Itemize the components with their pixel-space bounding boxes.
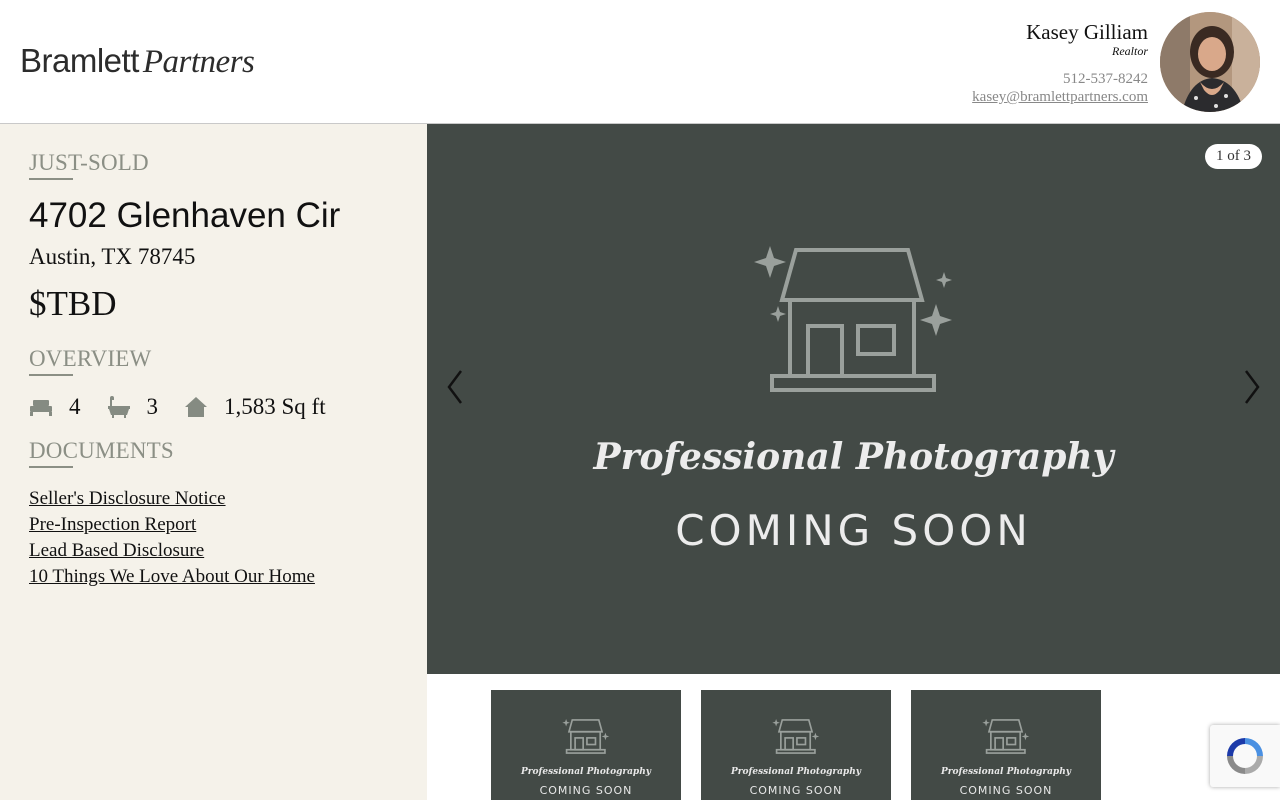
gallery-prev-button[interactable] [445,369,465,410]
recaptcha-badge[interactable] [1210,725,1280,787]
doc-link-sellers-disclosure[interactable]: Seller's Disclosure Notice [29,486,315,512]
stat-baths: 3 [107,394,159,420]
logo-text-bramlett: Bramlett [20,42,139,79]
placeholder-title: Professional Photography [593,436,1114,478]
house-icon [185,397,207,417]
sqft-value: 1,583 Sq ft [224,394,326,419]
listing-price: $TBD [29,284,117,323]
documents-label: DOCUMENTS [29,438,174,468]
recaptcha-icon [1227,738,1263,774]
agent-name: Kasey Gilliam [1026,20,1148,44]
thumbnail-1[interactable]: Professional Photography COMING SOON [491,690,681,800]
placeholder-subtitle: COMING SOON [675,506,1032,555]
status-label: JUST-SOLD [29,150,149,180]
house-placeholder-icon [772,718,820,754]
house-placeholder-icon [754,246,952,392]
chevron-left-icon [447,370,462,404]
thumbnail-3[interactable]: Professional Photography COMING SOON [911,690,1101,800]
beds-count: 4 [69,394,81,419]
bathtub-icon [107,396,130,418]
address-city: Austin, TX 78745 [29,244,196,269]
doc-link-pre-inspection[interactable]: Pre-Inspection Report [29,512,315,538]
thumbnail-subtitle: COMING SOON [959,784,1053,797]
gallery-thumbnails: Professional Photography COMING SOON Pro… [491,690,1121,800]
agent-avatar [1160,12,1260,112]
baths-count: 3 [146,394,159,419]
thumbnail-title: Professional Photography [941,767,1071,777]
agent-role: Realtor [1112,44,1148,58]
thumbnail-2[interactable]: Professional Photography COMING SOON [701,690,891,800]
agent-photo-icon [1160,12,1260,112]
gallery-counter: 1 of 3 [1205,144,1262,169]
bed-icon [30,400,52,416]
logo-text-partners: Partners [142,44,255,80]
agent-email-link[interactable]: kasey@bramlettpartners.com [972,88,1148,106]
gallery-next-button[interactable] [1242,369,1262,410]
brand-logo[interactable]: Bramlett Partners [20,42,255,81]
chevron-right-icon [1245,370,1260,404]
overview-label: OVERVIEW [29,346,152,376]
doc-link-ten-things[interactable]: 10 Things We Love About Our Home [29,564,315,590]
stat-sqft: 1,583 Sq ft [184,394,326,420]
thumbnail-subtitle: COMING SOON [749,784,843,797]
documents-list: Seller's Disclosure Notice Pre-Inspectio… [29,486,315,590]
listing-details-panel: JUST-SOLD 4702 Glenhaven Cir Austin, TX … [0,124,427,800]
doc-link-lead-disclosure[interactable]: Lead Based Disclosure [29,538,315,564]
photo-gallery[interactable]: 1 of 3 Professional Photography COMING S… [427,124,1280,674]
agent-phone[interactable]: 512-537-8242 [972,70,1148,88]
thumbnail-subtitle: COMING SOON [539,784,633,797]
stat-beds: 4 [29,394,81,420]
property-stats: 4 3 1,583 Sq ft [29,394,352,420]
site-header: Bramlett Partners Kasey Gilliam Realtor 5… [0,0,1280,124]
address-street: 4702 Glenhaven Cir [29,196,341,235]
agent-contact: Kasey Gilliam Realtor 512-537-8242 kasey… [972,20,1148,106]
house-placeholder-icon [982,718,1030,754]
house-placeholder-icon [562,718,610,754]
thumbnail-title: Professional Photography [731,767,861,777]
thumbnail-title: Professional Photography [521,767,651,777]
